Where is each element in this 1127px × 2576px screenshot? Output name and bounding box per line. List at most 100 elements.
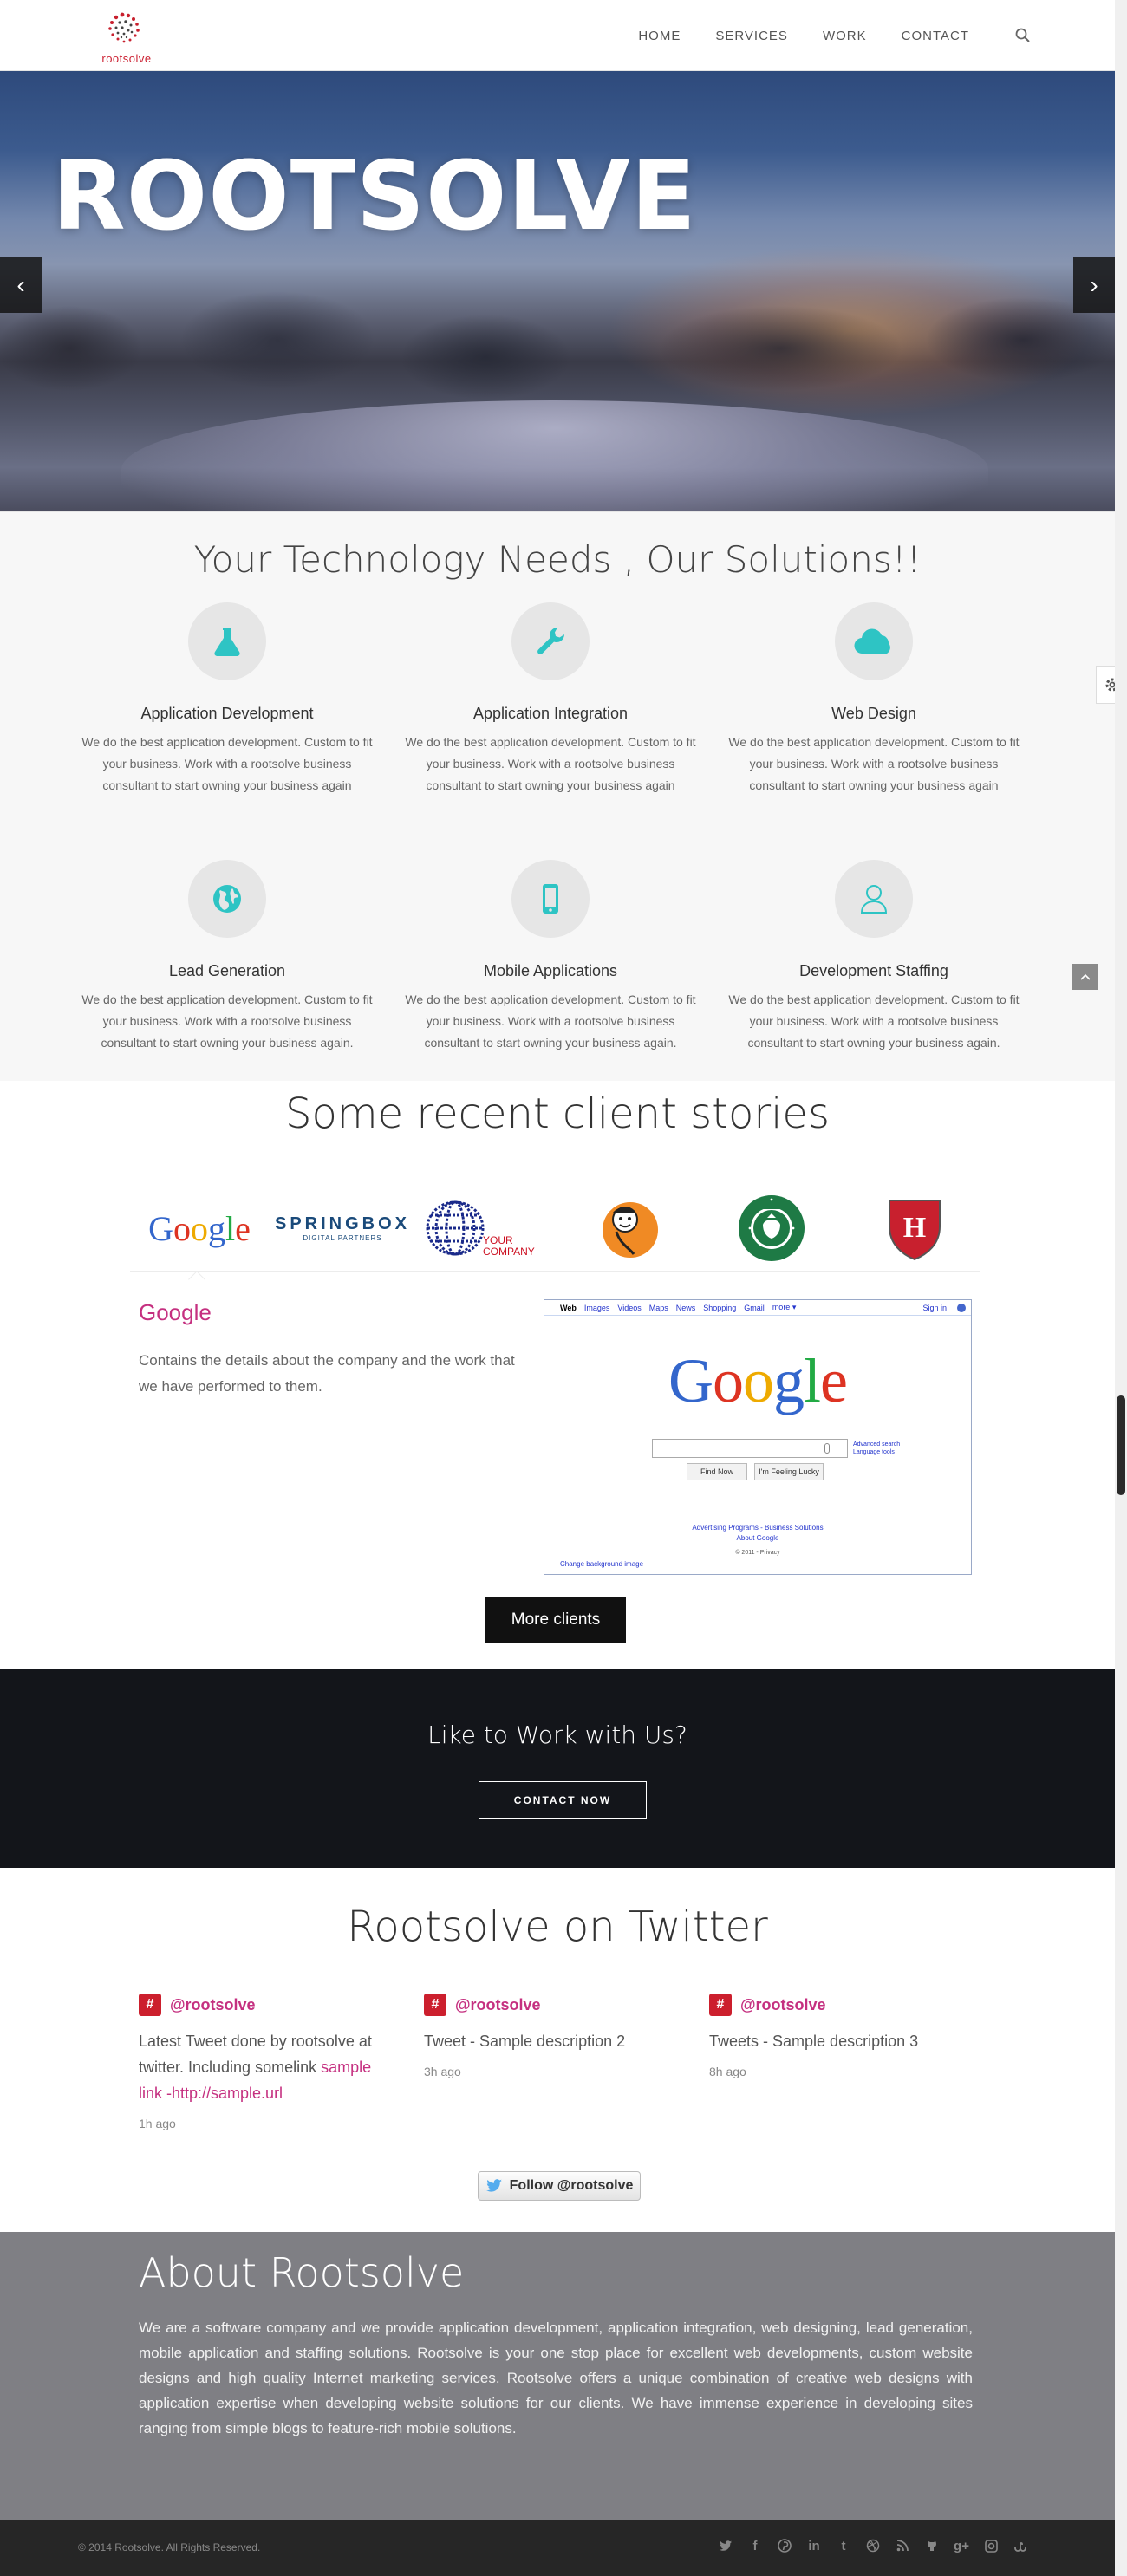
tweet-header: # @rootsolve: [709, 1994, 961, 2016]
tweet-text: Tweet - Sample description 2: [424, 2033, 626, 2050]
linkedin-icon[interactable]: in: [806, 2537, 822, 2554]
nav-contact[interactable]: CONTACT: [902, 29, 969, 43]
service-title: Development Staffing: [799, 962, 948, 979]
contact-now-button[interactable]: CONTACT NOW: [479, 1781, 647, 1819]
shot-nav-videos: Videos: [617, 1303, 642, 1312]
service-title: Mobile Applications: [483, 962, 618, 979]
tweet-handle[interactable]: @rootsolve: [455, 1996, 541, 2014]
twitter-title: Rootsolve on Twitter: [347, 1903, 768, 1951]
about-text: We are a software company and we provide…: [139, 2319, 973, 2436]
services-section: Your Technology Needs , Our Solutions!! …: [0, 511, 1115, 1081]
hero-title: ROOTSOLVE: [52, 140, 697, 251]
nav-home[interactable]: HOME: [638, 29, 681, 43]
slider-prev-button[interactable]: ‹: [0, 257, 42, 313]
service-description: We do the best application development. …: [81, 992, 373, 1050]
service-title: Application Development: [140, 705, 314, 722]
search-icon[interactable]: [1014, 27, 1032, 44]
service-mobile-applications: Mobile Applications We do the best appli…: [399, 860, 702, 1054]
tweet-time: 8h ago: [709, 2065, 746, 2078]
dribbble-icon[interactable]: [865, 2537, 881, 2554]
about-section: About Rootsolve We are a software compan…: [0, 2232, 1115, 2520]
yourcompany-word-1: YOUR: [483, 1234, 513, 1246]
cta-section: Like to Work with Us? CONTACT NOW: [0, 1669, 1115, 1868]
shot-side-links: Advanced search Language tools: [853, 1441, 900, 1456]
instagram-icon[interactable]: [983, 2537, 999, 2554]
scroll-to-top-button[interactable]: [1072, 964, 1098, 990]
site-logo[interactable]: rootsolve: [87, 5, 165, 68]
shot-copyright: © 2011 - Privacy: [735, 1550, 780, 1556]
main-nav: HOME SERVICES WORK CONTACT: [603, 0, 1032, 71]
shot-language-link: Language tools: [853, 1449, 895, 1455]
shot-advanced-link: Advanced search: [853, 1441, 901, 1447]
googleplus-icon[interactable]: g+: [954, 2537, 969, 2554]
tweet-header: # @rootsolve: [424, 1994, 675, 2016]
shot-nav-gmail: Gmail: [744, 1303, 765, 1312]
slider-next-button[interactable]: ›: [1073, 257, 1115, 313]
pinterest-icon[interactable]: [777, 2537, 792, 2554]
globe-icon: [188, 860, 266, 938]
client-logo-yourcompany[interactable]: YOUR COMPANY: [420, 1185, 550, 1272]
hero-background-trees: [0, 279, 1115, 409]
hashtag-icon: #: [139, 1994, 161, 2016]
client-logo-google[interactable]: Google: [139, 1185, 260, 1272]
social-links: f in t g+: [704, 2537, 1028, 2554]
wrench-icon: [511, 602, 590, 680]
service-web-design: Web Design We do the best application de…: [722, 602, 1026, 797]
follow-label: Follow @rootsolve: [509, 2178, 634, 2193]
nav-services[interactable]: SERVICES: [715, 29, 788, 43]
follow-twitter-button[interactable]: Follow @rootsolve: [478, 2171, 641, 2201]
service-title: Web Design: [831, 705, 916, 722]
client-name: Google: [139, 1299, 212, 1325]
flask-icon: [188, 602, 266, 680]
service-application-integration: Application Integration We do the best a…: [399, 602, 702, 797]
shot-nav-maps: Maps: [648, 1303, 668, 1312]
client-logo-mascot[interactable]: [581, 1185, 676, 1272]
logo-mark-icon: [108, 12, 140, 43]
more-clients-button[interactable]: More clients: [485, 1597, 626, 1643]
scrollbar-thumb[interactable]: [1117, 1395, 1125, 1495]
service-description: We do the best application development. …: [81, 735, 373, 792]
tweet-handle[interactable]: @rootsolve: [740, 1996, 826, 2014]
shot-search-box: [652, 1439, 848, 1458]
service-title: Lead Generation: [168, 962, 286, 979]
rss-icon[interactable]: [895, 2537, 910, 2554]
stumbleupon-icon[interactable]: [1013, 2537, 1028, 2554]
shot-nav-web: Web: [560, 1303, 577, 1312]
about-title: About Rootsolve: [139, 2249, 465, 2296]
mascot-icon: [603, 1202, 658, 1258]
facebook-icon[interactable]: f: [747, 2537, 763, 2554]
client-logo-starbucks[interactable]: [724, 1185, 819, 1272]
tweet-card: # @rootsolve Tweet - Sample description …: [424, 1994, 675, 2078]
nav-work[interactable]: WORK: [823, 29, 867, 43]
shot-nav-shopping: Shopping: [703, 1303, 737, 1312]
shot-footer-links: Advertising Programs - Business Solution…: [692, 1524, 824, 1532]
service-development-staffing: Development Staffing We do the best appl…: [722, 860, 1026, 1054]
service-description: We do the best application development. …: [405, 735, 696, 792]
service-description: We do the best application development. …: [728, 992, 1020, 1050]
tumblr-icon[interactable]: t: [836, 2537, 851, 2554]
shot-nav-news: News: [675, 1303, 696, 1312]
services-title: Your Technology Needs , Our Solutions!!: [193, 538, 922, 581]
tweet-card: # @rootsolve Latest Tweet done by rootso…: [139, 1994, 390, 2130]
yourcompany-word-2: COMPANY: [483, 1246, 535, 1258]
user-icon: [835, 860, 913, 938]
shot-google-logo: Google: [668, 1346, 848, 1415]
page-scrollbar[interactable]: [1115, 0, 1127, 2576]
tweet-card: # @rootsolve Tweets - Sample description…: [709, 1994, 961, 2078]
selected-client-indicator: [188, 1271, 205, 1288]
shot-gear-icon: [957, 1303, 966, 1312]
client-logo-harvard[interactable]: H: [867, 1185, 962, 1272]
tweet-handle[interactable]: @rootsolve: [170, 1996, 256, 2014]
tweet-header: # @rootsolve: [139, 1994, 390, 2016]
service-lead-generation: Lead Generation We do the best applicati…: [75, 860, 379, 1054]
service-title: Application Integration: [472, 705, 629, 722]
clients-title: Some recent client stories: [285, 1090, 830, 1138]
twitter-icon[interactable]: [718, 2537, 733, 2554]
service-description: We do the best application development. …: [728, 735, 1020, 792]
site-header: rootsolve HOME SERVICES WORK CONTACT: [0, 0, 1115, 71]
site-footer: © 2014 Rootsolve. All Rights Reserved. f…: [0, 2520, 1115, 2576]
shot-about-link: About Google: [736, 1534, 779, 1542]
client-logo-springbox[interactable]: SPRINGBOX DIGITAL PARTNERS: [275, 1185, 407, 1272]
copyright-text: © 2014 Rootsolve. All Rights Reserved.: [78, 2541, 261, 2553]
github-icon[interactable]: [924, 2537, 940, 2554]
